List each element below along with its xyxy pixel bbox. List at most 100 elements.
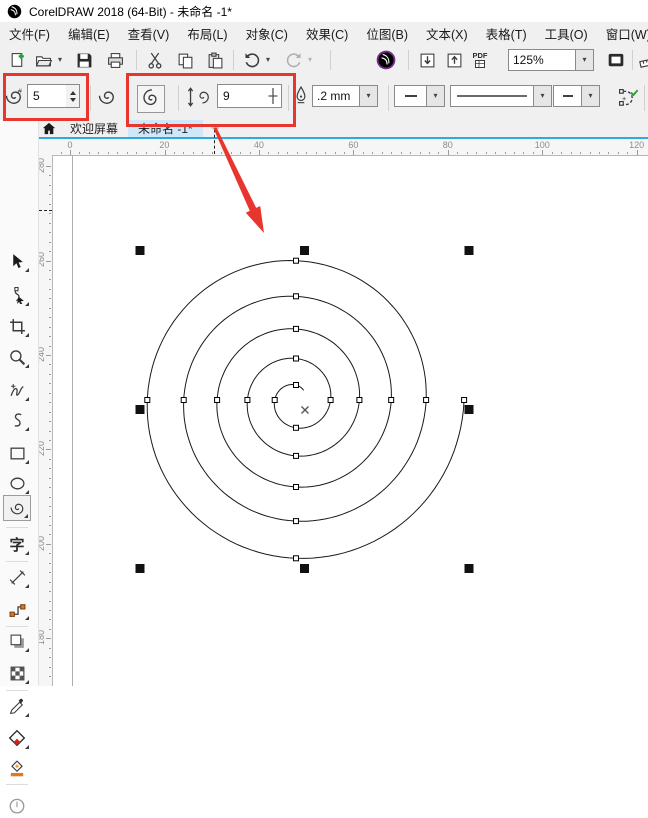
undo-button[interactable] — [240, 48, 264, 72]
crop-tool[interactable] — [3, 313, 31, 339]
zoom-level-dropdown[interactable]: ▾ — [576, 49, 594, 71]
h-ruler-label: 120 — [629, 140, 645, 150]
copy-button[interactable] — [173, 48, 197, 72]
undo-dropdown[interactable]: ▾ — [262, 48, 274, 72]
text-tool[interactable]: 字 — [3, 531, 31, 557]
home-icon[interactable] — [42, 122, 56, 135]
h-ruler-label: 0 — [67, 140, 73, 150]
outline-width-value[interactable]: .2 mm — [312, 85, 360, 107]
dimension-tool[interactable] — [3, 564, 31, 590]
document-tab-bar: 欢迎屏幕 未命名 -1* + — [38, 120, 648, 137]
menu-item-9[interactable]: 工具(O) — [536, 24, 597, 43]
connector-tool[interactable] — [3, 596, 31, 622]
h-ruler-label: 60 — [348, 140, 359, 150]
line-style-dropdown[interactable]: ▾ — [534, 85, 552, 107]
line-style-combo[interactable]: ▾ — [450, 85, 552, 107]
outline-width-dropdown[interactable]: ▾ — [360, 85, 378, 107]
drop-shadow-tool[interactable] — [3, 628, 31, 654]
print-button[interactable] — [103, 48, 127, 72]
slider-handle-icon[interactable] — [266, 86, 280, 106]
interactive-fill-tool[interactable] — [3, 725, 31, 751]
drawing-canvas[interactable] — [52, 155, 648, 686]
paste-button[interactable] — [203, 48, 227, 72]
pdf-label: PDF — [472, 51, 488, 60]
spiral-tool[interactable] — [3, 495, 31, 521]
line-style-preview — [450, 85, 534, 107]
menu-item-10[interactable]: 窗口(W) — [597, 24, 648, 43]
title-bar: CorelDRAW 2018 (64-Bit) - 未命名 -1* — [0, 0, 648, 22]
fullscreen-preview-button[interactable] — [604, 48, 628, 72]
h-ruler-label: 100 — [534, 140, 550, 150]
redo-button[interactable] — [282, 48, 306, 72]
tab-document-label: 未命名 -1* — [138, 122, 193, 136]
end-arrowhead-combo[interactable]: ▾ — [553, 85, 600, 107]
menu-item-0[interactable]: 文件(F) — [0, 24, 59, 43]
save-button[interactable] — [72, 48, 96, 72]
spinner-up-icon[interactable] — [69, 90, 76, 95]
text-tool-glyph: 字 — [9, 535, 25, 554]
curve-tool[interactable] — [3, 407, 31, 433]
publish-pdf-button[interactable]: PDF — [468, 48, 492, 72]
transparency-tool[interactable] — [3, 660, 31, 686]
svg-text:+: + — [622, 94, 626, 103]
menu-item-3[interactable]: 布局(L) — [178, 24, 236, 43]
ruler-position-indicator-v — [214, 124, 215, 154]
horizontal-ruler[interactable]: 0 20 40 60 80 100 120 — [38, 139, 648, 155]
smart-fill-tool[interactable] — [3, 756, 31, 782]
menu-item-7[interactable]: 文本(X) — [417, 24, 477, 43]
page-left-edge — [72, 155, 73, 686]
open-button[interactable] — [31, 48, 55, 72]
end-arrowhead-preview — [553, 85, 582, 107]
start-arrowhead-preview — [394, 85, 427, 107]
ellipse-tool[interactable] — [3, 470, 31, 496]
end-arrowhead-dropdown[interactable]: ▾ — [582, 85, 600, 107]
menu-item-1[interactable]: 编辑(E) — [59, 24, 119, 43]
spiral-expansion-field[interactable]: 9 — [217, 84, 282, 108]
rectangle-tool[interactable] — [3, 440, 31, 466]
tab-welcome-screen[interactable]: 欢迎屏幕 — [60, 120, 128, 137]
open-dropdown[interactable]: ▾ — [54, 48, 66, 72]
outline-width-combo[interactable]: .2 mm ▾ — [312, 85, 378, 107]
menu-item-8[interactable]: 表格(T) — [477, 24, 536, 43]
spiral-expansion-icon — [187, 86, 213, 108]
import-button[interactable] — [415, 48, 439, 72]
cut-button[interactable] — [143, 48, 167, 72]
freehand-tool[interactable] — [3, 377, 31, 403]
toolbox: 字 — [0, 120, 39, 814]
show-rulers-button[interactable] — [636, 48, 648, 72]
window-title: CorelDRAW 2018 (64-Bit) - 未命名 -1* — [29, 4, 232, 19]
shape-tool[interactable] — [3, 282, 31, 308]
menu-item-4[interactable]: 对象(C) — [237, 24, 297, 43]
vertical-ruler[interactable]: 280 260 240 220 200 180 — [36, 155, 52, 686]
corel-logo-icon — [7, 4, 22, 18]
svg-text:#: # — [18, 87, 23, 95]
logarithmic-spiral-button[interactable] — [137, 85, 165, 113]
menu-item-2[interactable]: 查看(V) — [119, 24, 179, 43]
spinner-down-icon[interactable] — [69, 97, 76, 102]
spiral-revolutions-spinner[interactable] — [66, 84, 80, 108]
pick-tool[interactable] — [3, 248, 31, 274]
menu-item-6[interactable]: 位图(B) — [357, 24, 417, 43]
zoom-level-combo[interactable]: 125% ▾ — [508, 49, 594, 71]
close-curve-button[interactable]: + — [616, 86, 640, 110]
outline-tool-partial[interactable] — [3, 792, 31, 818]
spiral-expansion-value: 9 — [223, 89, 230, 103]
start-arrowhead-dropdown[interactable]: ▾ — [427, 85, 445, 107]
h-ruler-label: 40 — [253, 140, 264, 150]
symmetrical-spiral-button[interactable] — [97, 87, 117, 107]
tab-document[interactable]: 未命名 -1* — [128, 120, 203, 137]
spiral-revolutions-input[interactable]: 5 — [27, 84, 67, 108]
app-launcher-button[interactable] — [374, 48, 398, 72]
zoom-tool[interactable] — [3, 344, 31, 370]
new-document-button[interactable] — [5, 48, 29, 72]
redo-dropdown[interactable]: ▾ — [304, 48, 316, 72]
color-eyedropper-tool[interactable] — [3, 693, 31, 719]
menu-item-5[interactable]: 效果(C) — [297, 24, 357, 43]
new-tab-button[interactable]: + — [203, 120, 228, 137]
ruler-position-indicator-h — [39, 210, 52, 211]
spiral-revolutions-icon: # — [4, 87, 24, 107]
zoom-level-value[interactable]: 125% — [508, 49, 576, 71]
tab-welcome-label: 欢迎屏幕 — [70, 122, 119, 136]
export-button[interactable] — [442, 48, 466, 72]
start-arrowhead-combo[interactable]: ▾ — [394, 85, 445, 107]
